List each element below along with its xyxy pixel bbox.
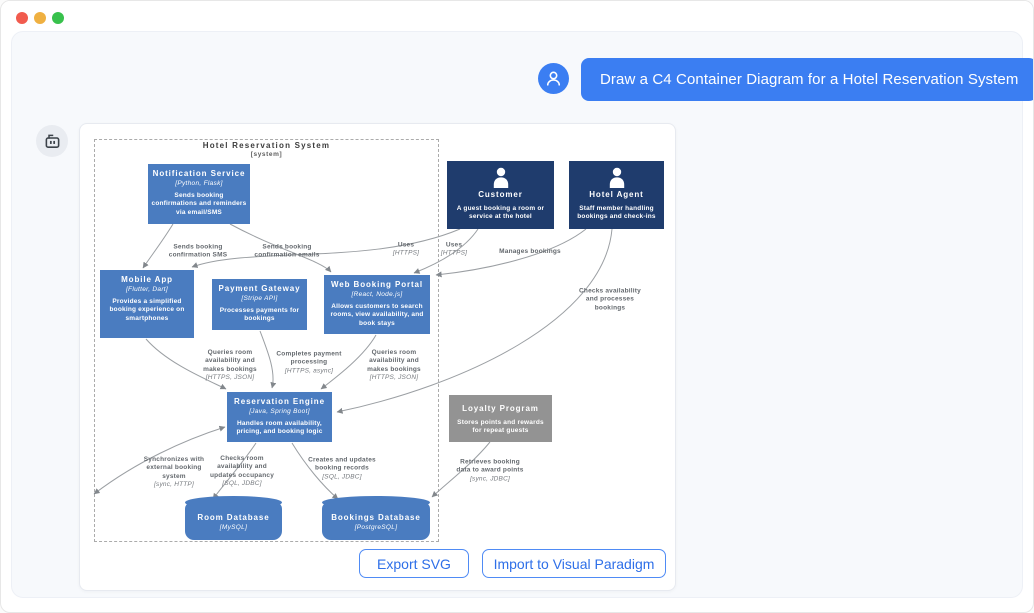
boundary-title-text: Hotel Reservation System (94, 141, 439, 150)
node-web-booking-portal: Web Booking Portal [React, Node.js] Allo… (324, 275, 430, 334)
node-title: Mobile App (121, 275, 173, 285)
edge-label-completes-payment: Completes payment processing[HTTPS, asyn… (276, 350, 341, 375)
node-title: Room Database (197, 513, 269, 523)
edge-label-creates-records: Creates and updates booking records[SQL,… (308, 456, 376, 481)
person-icon (605, 167, 629, 188)
node-tech: [PostgreSQL] (355, 524, 398, 531)
node-loyalty-program: Loyalty Program Stores points and reward… (449, 395, 552, 442)
node-desc: Sends booking confirmations and reminder… (151, 192, 247, 218)
user-message-text: Draw a C4 Container Diagram for a Hotel … (600, 71, 1018, 88)
edge-label-checks-room: Checks room availability and updates occ… (210, 455, 274, 489)
minimize-button[interactable] (34, 12, 46, 24)
system-boundary-title: Hotel Reservation System [system] (94, 141, 439, 158)
node-desc: Staff member handling bookings and check… (572, 205, 661, 223)
node-tech: [Python, Flask] (175, 180, 223, 187)
node-title: Hotel Agent (589, 190, 644, 200)
node-tech: [React, Node.js] (351, 291, 402, 298)
user-person-icon (545, 70, 562, 87)
edge-label-uses-mobile: Uses[HTTPS] (393, 242, 419, 259)
node-title: Loyalty Program (462, 404, 539, 414)
node-tech: [Flutter, Dart] (126, 286, 168, 293)
edge-label-synchronizes: Synchronizes with external booking syste… (144, 456, 204, 490)
edge-label-retrieves: Retrieves booking data to award points[s… (456, 458, 523, 483)
node-title: Payment Gateway (219, 284, 301, 294)
edge-label-queries-portal: Queries room availability and makes book… (367, 349, 421, 383)
node-title: Notification Service (153, 169, 246, 179)
node-tech: [Stripe API] (241, 295, 277, 302)
window-titlebar (1, 1, 1033, 31)
edge-completes-payment-line (260, 331, 273, 388)
diagram-canvas: Hotel Reservation System [system] (80, 124, 675, 590)
close-button[interactable] (16, 12, 28, 24)
node-desc: Stores points and rewards for repeat gue… (452, 419, 549, 437)
node-notification-service: Notification Service [Python, Flask] Sen… (148, 164, 250, 224)
edge-label-uses-portal: Uses[HTTPS] (441, 242, 467, 259)
edge-label-manages: Manages bookings (499, 248, 561, 256)
diagram-card: Hotel Reservation System [system] (79, 123, 676, 591)
user-avatar (538, 63, 569, 94)
edge-label-checks-avail: Checks availability and processes bookin… (579, 287, 641, 312)
edge-label-queries-mobile: Queries room availability and makes book… (203, 349, 257, 383)
node-title: Customer (478, 190, 523, 200)
node-payment-gateway: Payment Gateway [Stripe API] Processes p… (212, 279, 307, 330)
node-tech: [MySQL] (220, 524, 247, 531)
node-desc: Processes payments for bookings (215, 307, 304, 325)
node-desc: Allows customers to search rooms, view a… (327, 303, 427, 329)
node-tech: [Java, Spring Boot] (249, 408, 310, 415)
maximize-button[interactable] (52, 12, 64, 24)
user-message-bubble: Draw a C4 Container Diagram for a Hotel … (581, 58, 1034, 101)
robot-icon (42, 131, 63, 152)
node-bookings-database: Bookings Database [PostgreSQL] (322, 502, 430, 540)
node-desc: Provides a simplified booking experience… (103, 298, 191, 324)
node-reservation-engine: Reservation Engine [Java, Spring Boot] H… (227, 392, 332, 442)
node-desc: A guest booking a room or service at the… (450, 205, 551, 223)
node-customer: Customer A guest booking a room or servi… (447, 161, 554, 229)
node-desc: Handles room availability, pricing, and … (230, 420, 329, 438)
app-window: Draw a C4 Container Diagram for a Hotel … (0, 0, 1034, 613)
person-icon (489, 167, 513, 188)
edge-label-sms: Sends booking confirmation SMS (169, 244, 227, 261)
node-hotel-agent: Hotel Agent Staff member handling bookin… (569, 161, 664, 229)
node-title: Web Booking Portal (331, 280, 423, 290)
edge-label-emails: Sends booking confirmation emails (254, 244, 319, 261)
bot-avatar (36, 125, 68, 157)
node-title: Bookings Database (331, 513, 421, 523)
boundary-subtitle-text: [system] (94, 151, 439, 158)
edge-uses-mobile-line (192, 229, 460, 267)
node-title: Reservation Engine (234, 397, 325, 407)
node-room-database: Room Database [MySQL] (185, 502, 282, 540)
node-mobile-app: Mobile App [Flutter, Dart] Provides a si… (100, 270, 194, 338)
